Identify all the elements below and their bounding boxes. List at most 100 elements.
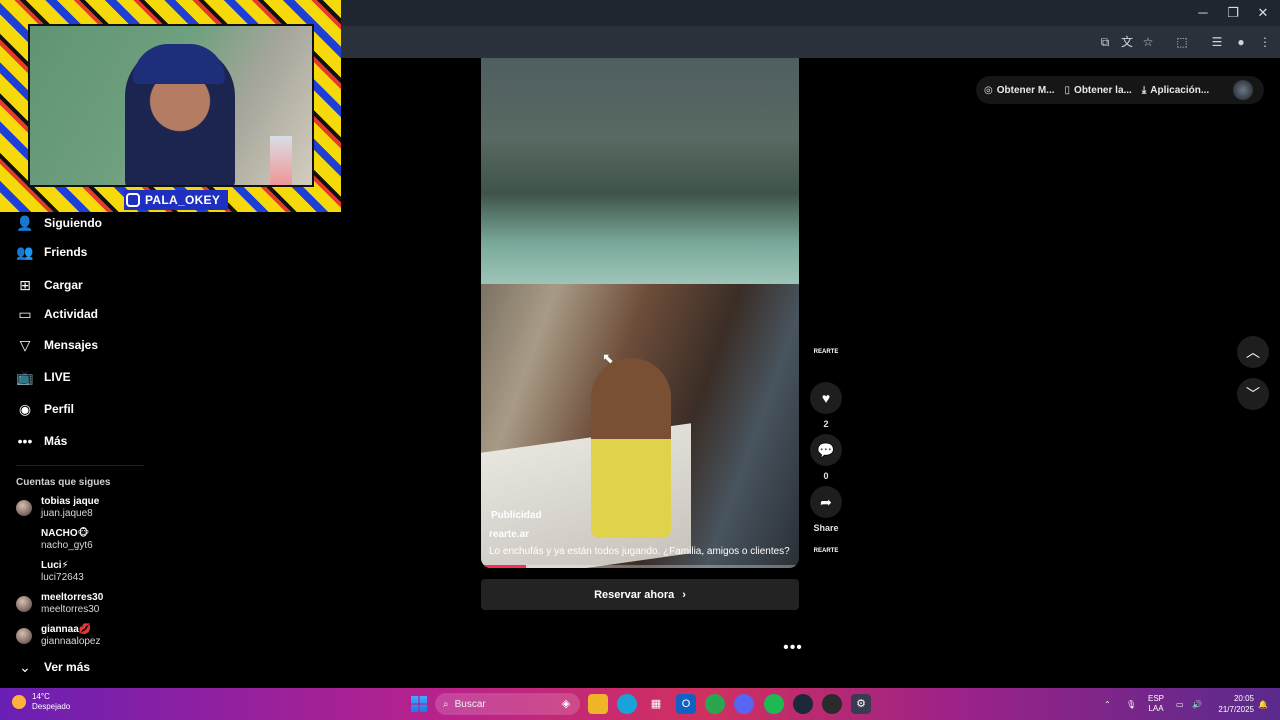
desktop-app-button[interactable]: ⤓ Aplicación... xyxy=(1142,85,1209,96)
store-icon[interactable]: ▦ xyxy=(646,694,666,714)
followed-account[interactable]: giannaa💋 giannaalopez xyxy=(16,622,101,650)
heart-icon: ♥ xyxy=(821,390,831,406)
tray-overflow-icon[interactable]: ⌃ xyxy=(1104,688,1111,720)
friends-icon: 👥 xyxy=(16,244,34,260)
sidebar-item-siguiendo[interactable]: 👤 Siguiendo xyxy=(16,212,102,234)
webcam-cap xyxy=(133,44,225,84)
phone-icon: ▯ xyxy=(1064,84,1071,96)
sidebar-item-mas[interactable]: ••• Más xyxy=(16,430,68,452)
bookmark-star-icon[interactable]: ☆ xyxy=(1139,34,1157,50)
file-explorer-icon[interactable] xyxy=(588,694,608,714)
weather-widget[interactable]: 14°C Despejado xyxy=(12,692,70,712)
person-follow-icon: 👤 xyxy=(16,215,34,231)
notifications-icon[interactable]: 🔔 xyxy=(1258,688,1268,720)
chevron-down-icon: ⌄ xyxy=(19,659,31,675)
get-app-button[interactable]: ▯ Obtener la... xyxy=(1065,85,1132,96)
spotify-icon[interactable] xyxy=(764,694,784,714)
video-username[interactable]: rearte.ar xyxy=(489,529,529,540)
sidebar-item-perfil[interactable]: ◉ Perfil xyxy=(16,398,74,420)
widgets-icon[interactable]: ◈ xyxy=(556,694,576,714)
steam-icon[interactable] xyxy=(793,694,813,714)
outlook-icon[interactable]: O xyxy=(676,694,696,714)
more-dots-icon: ••• xyxy=(17,433,33,449)
microphone-icon[interactable]: 🎙 xyxy=(1126,688,1136,720)
close-icon[interactable]: ✕ xyxy=(1248,4,1278,22)
account-handle: luci72643 xyxy=(41,572,84,583)
reading-list-icon[interactable]: ☰ xyxy=(1208,34,1226,50)
install-app-icon[interactable]: ⧉ xyxy=(1096,34,1114,50)
sidebar-item-cargar[interactable]: ⊞ Cargar xyxy=(16,274,83,296)
chevron-down-icon: ﹀ xyxy=(1246,386,1260,402)
sidebar-item-mensajes[interactable]: ▽ Mensajes xyxy=(16,334,98,356)
windows-start-icon[interactable] xyxy=(411,696,427,712)
windows-taskbar: 14°C Despejado ⌕ Buscar ◈ ▦ O ⚙ ⌃ 🎙 ESP … xyxy=(0,688,1280,720)
webcam-feed xyxy=(28,24,314,187)
advertiser-logo[interactable]: REARTE xyxy=(813,348,839,364)
account-name: NACHO🐵 xyxy=(41,528,90,539)
volume-icon[interactable]: 🔊 xyxy=(1192,688,1202,720)
minimize-icon[interactable]: ─ xyxy=(1188,4,1218,22)
menu-kebab-icon[interactable]: ⋮ xyxy=(1256,34,1274,50)
sidebar-item-actividad[interactable]: ▭ Actividad xyxy=(16,303,98,325)
followed-account[interactable]: meeltorres30 meeltorres30 xyxy=(16,590,103,618)
network-icon[interactable]: ▭ xyxy=(1176,688,1184,720)
following-accounts-title: Cuentas que sigues xyxy=(16,477,111,488)
previous-video-button[interactable]: ︿ xyxy=(1237,336,1269,368)
webcam-handle-banner: PALA_OKEY xyxy=(124,190,228,210)
account-name: meeltorres30 xyxy=(41,592,104,603)
video-progress-fill xyxy=(481,565,526,568)
webcam-background-heater xyxy=(270,136,292,185)
more-options-icon[interactable]: ••• xyxy=(783,639,803,657)
obs-icon[interactable] xyxy=(822,694,842,714)
video-player[interactable]: Publicidad rearte.ar Lo enchufás y ya es… xyxy=(481,58,799,568)
chevron-right-icon: › xyxy=(682,588,686,601)
language-indicator[interactable]: ESP LAA xyxy=(1148,688,1164,720)
followed-account[interactable]: NACHO🐵 nacho_gyt6 xyxy=(16,526,93,554)
like-button[interactable]: ♥ xyxy=(810,382,842,414)
weather-sun-icon xyxy=(12,695,26,709)
settings-gear-icon[interactable]: ⚙ xyxy=(851,694,871,714)
profile-icon[interactable]: ● xyxy=(1232,34,1250,50)
avatar xyxy=(16,596,32,612)
avatar xyxy=(16,564,32,580)
video-person xyxy=(591,358,671,538)
music-disc-logo[interactable]: REARTE xyxy=(813,547,839,563)
account-name: Luci⚡ xyxy=(41,560,69,571)
weather-condition: Despejado xyxy=(32,702,71,711)
translate-icon[interactable]: 文 xyxy=(1118,34,1136,50)
chrome-icon[interactable] xyxy=(705,694,725,714)
webcam-overlay: PALA_OKEY xyxy=(0,0,341,212)
upload-plus-icon: ⊞ xyxy=(19,277,31,293)
followed-account[interactable]: Luci⚡ luci72643 xyxy=(16,558,84,586)
followed-account[interactable]: tobias jaque juan.jaque8 xyxy=(16,494,99,522)
download-icon: ⤓ xyxy=(1141,84,1147,96)
see-more-button[interactable]: ⌄ Ver más xyxy=(16,656,90,678)
reserve-now-button[interactable]: Reservar ahora › xyxy=(481,579,799,610)
restore-icon[interactable]: ❐ xyxy=(1218,4,1248,22)
comment-button[interactable]: 💬 xyxy=(810,434,842,466)
account-name: giannaa💋 xyxy=(41,624,92,635)
video-progress-bar[interactable] xyxy=(481,565,799,568)
get-coins-button[interactable]: ◎ Obtener M... xyxy=(984,85,1055,96)
video-caption: Lo enchufás y ya están todos jugando. ¿F… xyxy=(489,546,790,557)
search-icon: ⌕ xyxy=(443,698,449,710)
account-name: tobias jaque xyxy=(41,496,100,507)
edge-icon[interactable] xyxy=(617,694,637,714)
video-scene-top xyxy=(481,58,799,284)
avatar xyxy=(16,500,32,516)
share-arrow-icon: ➦ xyxy=(820,494,832,510)
instagram-icon xyxy=(126,193,140,207)
webcam-handle: PALA_OKEY xyxy=(145,193,221,207)
system-clock[interactable]: 20:05 21/7/2025 xyxy=(1210,693,1254,715)
discord-icon[interactable] xyxy=(734,694,754,714)
profile-avatar-icon: ◉ xyxy=(18,401,32,417)
next-video-button[interactable]: ﹀ xyxy=(1237,378,1269,410)
user-avatar[interactable] xyxy=(1233,80,1253,100)
sidebar-item-friends[interactable]: 👥 Friends xyxy=(16,241,87,263)
extensions-icon[interactable]: ⬚ xyxy=(1173,34,1191,50)
share-button[interactable]: ➦ xyxy=(810,486,842,518)
share-label: Share xyxy=(813,523,839,533)
messages-icon: ▽ xyxy=(19,337,31,353)
avatar xyxy=(16,628,32,644)
sidebar-item-live[interactable]: 📺 LIVE xyxy=(16,366,70,388)
